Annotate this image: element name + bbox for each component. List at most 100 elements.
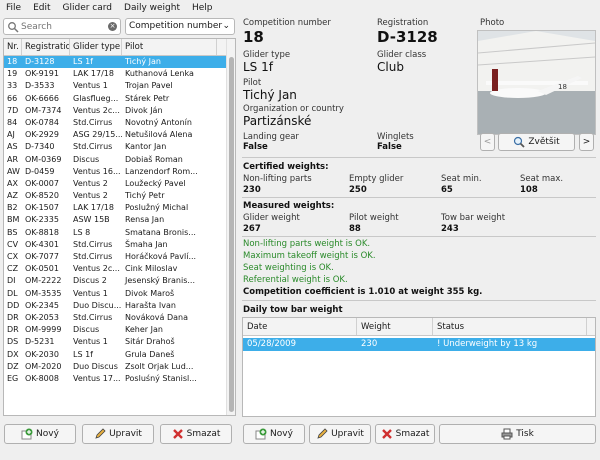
list-item[interactable]: B2 OK-1507 LAK 17/18 Poslužný Michal [4,202,235,214]
row-pilot: Novotný Antonín [125,117,192,127]
org-label: Organization or country [243,104,344,114]
photo-next-button[interactable]: > [579,133,594,151]
col-registration[interactable]: Registration [22,39,70,55]
divider [242,197,596,198]
tow-delete-button[interactable]: Smazat [375,424,435,444]
list-item[interactable]: CV OK-4301 Std.Cirrus Šmaha Jan [4,239,235,251]
row-nr: 66 [7,93,18,103]
row-registration: D-3128 [25,57,55,66]
col-status[interactable]: Status [433,318,587,335]
scrollbar-thumb[interactable] [229,57,234,412]
list-edit-label: Upravit [109,429,142,439]
row-glider-type: Std.Cirrus [73,142,113,152]
list-header: Nr. Registration Glider type Pilot [4,39,235,56]
list-edit-button[interactable]: Upravit [82,424,154,444]
list-new-button[interactable]: Nový [4,424,76,444]
row-pilot: Rensa Jan [125,215,165,225]
glider-photo-image: 18 [477,31,596,134]
table-row[interactable]: 05/28/2009 230 ! Underweight by 13 kg [243,338,595,351]
clear-search-icon[interactable]: × [108,22,117,31]
row-pilot: Keher Jan [125,325,163,335]
menu-file[interactable]: File [0,3,27,13]
reg-label: Registration [377,18,429,28]
menu-help[interactable]: Help [186,3,219,13]
row-registration: OK-8008 [25,373,59,383]
list-item[interactable]: 66 OK-6666 Glasflueg... Stárek Petr [4,93,235,105]
row-nr: 19 [7,69,18,79]
search-input[interactable] [21,21,103,32]
col-nr[interactable]: Nr. [4,39,22,55]
list-item[interactable]: DZ OM-2020 Duo Discus Zsolt Orjak Lud... [4,361,235,373]
row-nr: DZ [7,361,19,371]
sort-field-select[interactable]: Competition number ⌄ [125,18,235,35]
type-value: LS 1f [243,60,273,74]
col-glider-type[interactable]: Glider type [70,39,122,55]
row-glider-type: Ventus 2c... [73,264,120,274]
row-registration: OK-2030 [25,349,59,359]
menu-daily-weight[interactable]: Daily weight [118,3,186,13]
list-item[interactable]: DS D-5231 Ventus 1 Sitár Drahoš [4,336,235,348]
tow-new-button[interactable]: Nový [243,424,305,444]
list-item[interactable]: DD OK-2345 Duo Discu... Harašta Ivan [4,300,235,312]
list-item[interactable]: AR OM-0369 Discus Dobiaš Roman [4,154,235,166]
row-nr: DR [7,325,19,335]
list-item[interactable]: DI OM-2222 Discus 2 Jesenský Branis... [4,275,235,287]
list-item[interactable]: BM OK-2335 ASW 15B Rensa Jan [4,214,235,226]
zoom-button[interactable]: Zvětšit [498,133,575,151]
list-item[interactable]: AW D-0459 Ventus 16... Lanzendorf Rom... [4,166,235,178]
list-item[interactable]: CZ OK-0501 Ventus 2c... Cink Miloslav [4,263,235,275]
list-item[interactable]: 19 OK-9191 LAK 17/18 Kuthanová Lenka [4,68,235,80]
tow-edit-button[interactable]: Upravit [309,424,371,444]
row-pilot: Poslužný Michal [125,203,189,213]
list-scrollbar[interactable] [226,39,235,415]
delete-icon [381,428,393,440]
list-delete-label: Smazat [186,429,221,439]
menu-glider-card[interactable]: Glider card [57,3,119,13]
measured-title: Measured weights: [243,201,335,211]
row-pilot: Netušilová Alena [125,130,193,140]
row-nr: CX [7,252,19,261]
glider-list[interactable]: Nr. Registration Glider type Pilot 18 D-3… [3,38,236,416]
row-pilot: Nováková Dana [125,312,188,322]
row-pilot: Jesenský Branis... [125,276,196,286]
row-nr: AR [7,154,19,164]
row-registration: D-7340 [25,142,55,152]
list-delete-button[interactable]: Smazat [160,424,232,444]
list-item[interactable]: BS OK-8818 LS 8 Smatana Bronis... [4,227,235,239]
col-pilot[interactable]: Pilot [122,39,217,55]
tow-weight-table[interactable]: Date Weight Status 05/28/2009 230 ! Unde… [242,317,596,417]
list-item[interactable]: 33 D-3533 Ventus 1 Trojan Pavel [4,80,235,92]
list-item[interactable]: 18 D-3128 LS 1f Tichý Jan [4,56,235,69]
row-glider-type: LAK 17/18 [73,203,114,213]
photo-prev-button[interactable]: < [480,133,495,151]
row-glider-type: Ventus 17... [73,373,121,383]
registration-value: D-3128 [377,28,438,46]
row-glider-type: Std.Cirrus [73,117,113,127]
list-rows: 18 D-3128 LS 1f Tichý Jan 19 OK-9191 LAK 17/18… [4,56,235,385]
row-pilot: Trojan Pavel [125,81,173,91]
divider [242,157,596,158]
list-item[interactable]: DL OM-3535 Ventus 1 Divok Maroš [4,288,235,300]
list-item[interactable]: AJ OK-2929 ASG 29/15... Netušilová Alena [4,129,235,141]
list-item[interactable]: DR OK-2053 Std.Cirrus Nováková Dana [4,312,235,324]
list-item[interactable]: DR OM-9999 Discus Keher Jan [4,324,235,336]
list-item[interactable]: AZ OK-8520 Ventus 2 Tichý Petr [4,190,235,202]
list-item[interactable]: AX OK-0007 Ventus 2 Loužecký Pavel [4,178,235,190]
col-date[interactable]: Date [243,318,357,335]
row-glider-type: Std.Cirrus [73,239,113,249]
print-button[interactable]: Tisk [439,424,596,444]
menu-edit[interactable]: Edit [27,3,56,13]
row-nr: DR [7,312,19,322]
search-box[interactable]: × [3,18,121,35]
row-nr: AZ [7,191,18,201]
list-item[interactable]: EG OK-8008 Ventus 17... Posluśný Stanisl... [4,373,235,385]
list-item[interactable]: 84 OK-0784 Std.Cirrus Novotný Antonín [4,117,235,129]
list-item[interactable]: AS D-7340 Std.Cirrus Kantor Jan [4,141,235,153]
list-item[interactable]: CX OK-7077 Std.Cirrus Horáčková Pavlí... [4,251,235,263]
svg-text:18: 18 [558,83,567,91]
col-weight[interactable]: Weight [357,318,433,335]
list-item[interactable]: 7D OM-7374 Ventus 2c... Divok Ján [4,105,235,117]
meas-value-glider: 267 [243,224,261,234]
row-registration: OK-2335 [25,215,59,225]
list-item[interactable]: DX OK-2030 LS 1f Grula Daneš [4,349,235,361]
